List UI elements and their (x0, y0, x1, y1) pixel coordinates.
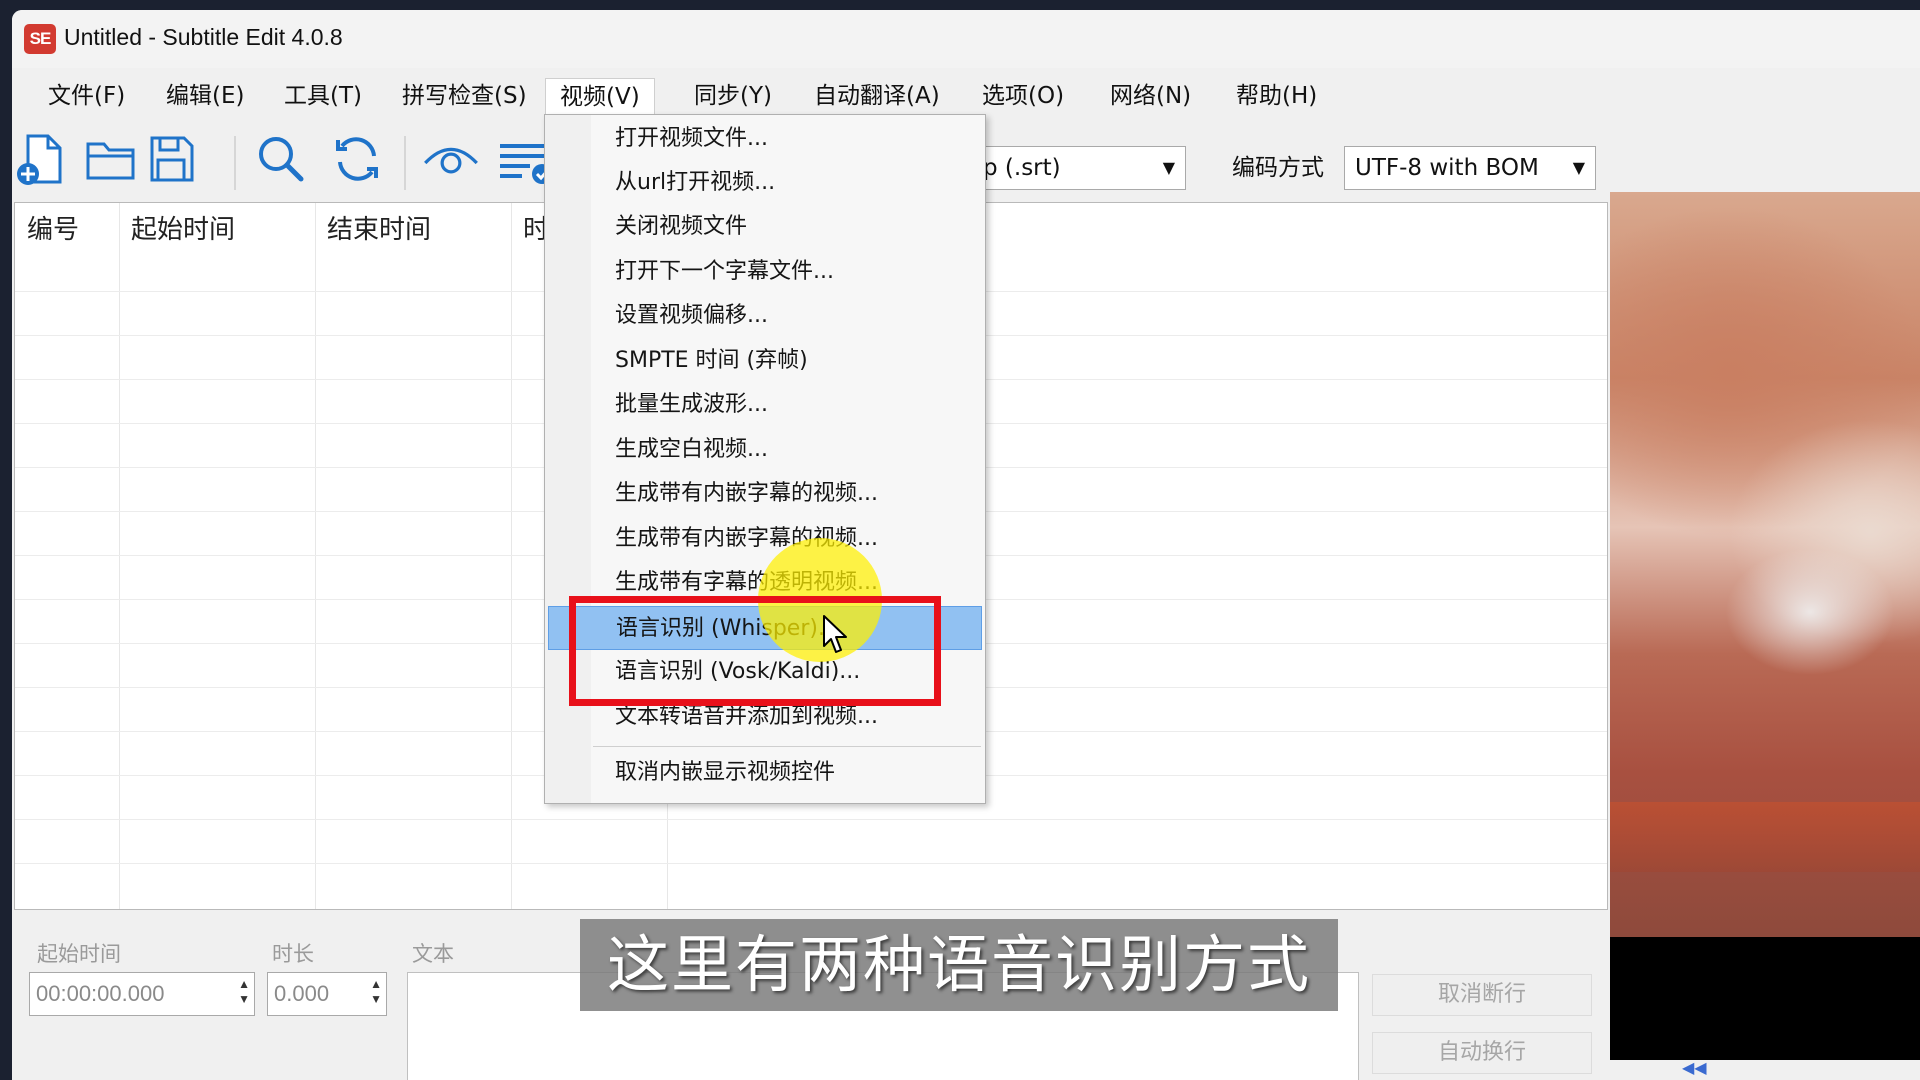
menu-help[interactable]: 帮助(H) (1222, 78, 1331, 114)
menu-spellcheck[interactable]: 拼写检查(S) (388, 78, 541, 114)
column-divider (119, 203, 120, 909)
menu-item-undock-video-controls[interactable]: 取消内嵌显示视频控件 (545, 751, 985, 795)
replace-icon[interactable] (328, 130, 386, 188)
encoding-label: 编码方式 (1232, 155, 1324, 181)
video-player-area[interactable] (1610, 937, 1920, 1060)
menu-item-generate-blank-video[interactable]: 生成空白视频... (545, 428, 985, 472)
menu-sync[interactable]: 同步(Y) (680, 78, 786, 114)
duration-value: 0.000 (274, 981, 330, 1006)
menu-separator (593, 746, 981, 747)
menu-edit[interactable]: 编辑(E) (152, 78, 258, 114)
column-divider (315, 203, 316, 909)
menu-item-set-video-offset[interactable]: 设置视频偏移... (545, 294, 985, 338)
menu-tools[interactable]: 工具(T) (270, 78, 376, 114)
toolbar-separator (234, 136, 236, 190)
format-combo[interactable]: p (.srt) ▼ (972, 146, 1186, 190)
video-preview[interactable] (1610, 192, 1920, 937)
start-time-label: 起始时间 (37, 942, 121, 966)
menu-auto-translate[interactable]: 自动翻译(A) (800, 78, 954, 114)
menu-item-smpte-time[interactable]: SMPTE 时间 (弃帧) (545, 339, 985, 383)
menu-bar: 文件(F) 编辑(E) 工具(T) 拼写检查(S) 视频(V) 同步(Y) 自动… (12, 74, 1920, 118)
video-controls (1610, 1060, 1920, 1080)
column-end-time[interactable]: 结束时间 (315, 203, 511, 257)
start-time-input[interactable]: 00:00:00.000 ▲ ▼ (29, 972, 255, 1016)
format-combo-value: p (.srt) (983, 155, 1061, 181)
duration-input[interactable]: 0.000 ▲ ▼ (267, 972, 387, 1016)
menu-item-batch-waveform[interactable]: 批量生成波形... (545, 383, 985, 427)
menu-item-burn-in-subtitles[interactable]: 生成带有内嵌字幕的视频... (545, 472, 985, 516)
menu-network[interactable]: 网络(N) (1096, 78, 1205, 114)
video-caption-overlay: 这里有两种语音识别方式 (580, 919, 1338, 1011)
window-title: Untitled - Subtitle Edit 4.0.8 (64, 24, 343, 50)
open-folder-icon[interactable] (82, 130, 140, 188)
new-file-icon[interactable] (14, 130, 72, 188)
menu-options[interactable]: 选项(O) (968, 78, 1078, 114)
chevron-down-icon: ▼ (1572, 158, 1585, 177)
column-start-time[interactable]: 起始时间 (119, 203, 315, 257)
visual-sync-icon[interactable] (422, 130, 480, 188)
find-icon[interactable] (252, 130, 310, 188)
mouse-cursor-icon (823, 615, 847, 653)
text-label: 文本 (412, 942, 454, 966)
chevron-down-icon: ▼ (1162, 158, 1175, 177)
row-divider (15, 819, 1607, 820)
menu-video[interactable]: 视频(V) (545, 78, 655, 118)
auto-break-button[interactable]: 自动换行 (1372, 1032, 1592, 1074)
column-divider (511, 203, 512, 909)
row-divider (15, 863, 1607, 864)
menu-item-open-next-subtitle[interactable]: 打开下一个字幕文件... (545, 250, 985, 294)
toolbar-separator (404, 136, 406, 190)
duration-label: 时长 (272, 942, 314, 966)
encoding-combo[interactable]: UTF-8 with BOM ▼ (1344, 146, 1596, 190)
app-logo-icon: SE (24, 24, 56, 54)
column-number[interactable]: 编号 (15, 203, 119, 257)
unbreak-button[interactable]: 取消断行 (1372, 974, 1592, 1016)
menu-file[interactable]: 文件(F) (34, 78, 139, 114)
rewind-icon[interactable]: ◀◀ (1682, 1058, 1707, 1077)
menu-item-open-video[interactable]: 打开视频文件... (545, 117, 985, 161)
title-bar: SE Untitled - Subtitle Edit 4.0.8 (12, 10, 1920, 68)
video-frame-band (1610, 802, 1920, 872)
spinner-arrows-icon[interactable]: ▲ ▼ (370, 977, 382, 1007)
spinner-arrows-icon[interactable]: ▲ ▼ (238, 977, 250, 1007)
save-icon[interactable] (142, 130, 200, 188)
menu-item-open-video-url[interactable]: 从url打开视频... (545, 161, 985, 205)
menu-item-burn-in-subtitles-2[interactable]: 生成带有内嵌字幕的视频... (545, 517, 985, 561)
encoding-combo-value: UTF-8 with BOM (1355, 155, 1539, 181)
menu-item-close-video[interactable]: 关闭视频文件 (545, 205, 985, 249)
annotation-red-box (569, 596, 941, 706)
start-time-value: 00:00:00.000 (36, 981, 165, 1006)
